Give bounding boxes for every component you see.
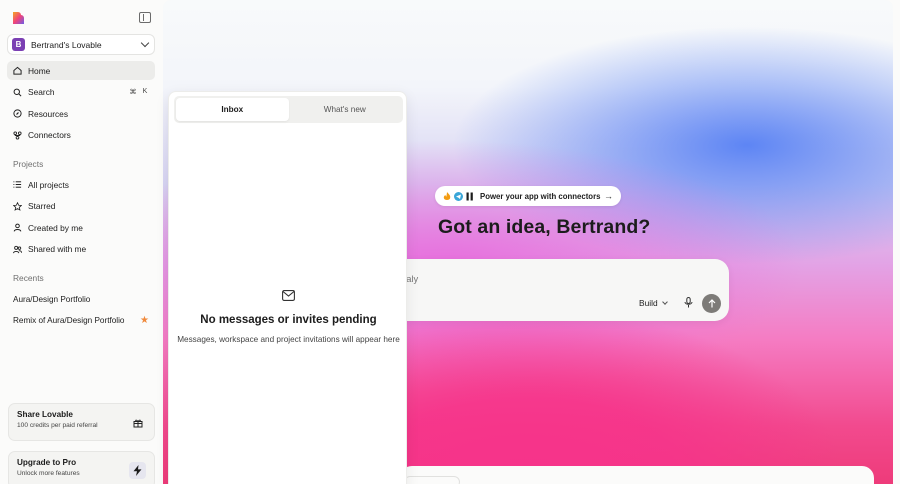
starred-star-icon[interactable]: ★ [140, 315, 149, 326]
right-gutter [893, 0, 900, 484]
workspace-name: Bertrand's Lovable [31, 39, 102, 50]
nav-resources-label: Resources [28, 108, 69, 119]
nav-home[interactable]: Home [7, 61, 155, 80]
inbox-popover: Inbox What's new No messages or invites … [168, 91, 407, 484]
build-mode-label: Build [639, 298, 658, 308]
chevron-down-icon [140, 38, 150, 48]
projects-heading: Projects [13, 159, 44, 169]
star-outline-icon [13, 201, 22, 211]
nav-resources[interactable]: Resources [7, 104, 155, 123]
workspace-avatar: B [12, 38, 25, 51]
lightning-icon[interactable] [129, 462, 146, 479]
build-mode-dropdown[interactable]: Build [639, 298, 668, 308]
nav-all-projects[interactable]: All projects [7, 175, 155, 194]
gift-icon[interactable] [129, 414, 146, 431]
microphone-icon[interactable] [684, 297, 693, 308]
shortcut-cmd: ⌘ [129, 89, 137, 96]
tab-whats-new[interactable]: What's new [289, 98, 402, 121]
telegram-icon [454, 191, 463, 201]
sidebar-collapse-icon[interactable] [139, 12, 151, 23]
flame-icon [443, 191, 451, 200]
lovable-logo-icon[interactable] [11, 11, 25, 25]
bottom-chip[interactable] [404, 476, 460, 484]
home-icon [13, 66, 22, 75]
arrow-up-icon [708, 299, 715, 308]
connector-icons [443, 191, 474, 201]
connectors-pill-text: Power your app with connectors [480, 191, 601, 201]
share-promo-title: Share Lovable [17, 410, 73, 419]
share-promo-card[interactable]: Share Lovable 100 credits per paid refer… [8, 403, 155, 441]
nav-starred-label: Starred [28, 201, 56, 211]
nav-home-label: Home [28, 65, 51, 76]
nav-starred[interactable]: Starred [7, 197, 155, 216]
arrow-right-icon: → [604, 191, 613, 201]
share-promo-subtitle: 100 credits per paid referral [17, 422, 98, 429]
nav-search[interactable]: Search ⌘ K [7, 83, 155, 102]
sidebar: B Bertrand's Lovable Home Search ⌘ K Res… [0, 0, 163, 484]
bars-icon [466, 192, 473, 200]
nav-created-by-me[interactable]: Created by me [7, 218, 155, 237]
nav-connectors[interactable]: Connectors [7, 126, 155, 145]
upgrade-promo-subtitle: Unlock more features [17, 470, 80, 477]
mail-icon [282, 290, 295, 301]
workspace-switcher[interactable]: B Bertrand's Lovable [7, 34, 155, 55]
recent-item-label: Remix of Aura/Design Portfolio [13, 316, 125, 325]
list-icon [13, 181, 22, 188]
nav-search-label: Search [28, 87, 55, 97]
shortcut-k: K [142, 88, 148, 95]
empty-state-title: No messages or invites pending [200, 314, 377, 326]
users-icon [13, 245, 22, 253]
recent-item-label: Aura/Design Portfolio [13, 295, 91, 304]
empty-state-subtitle: Messages, workspace and project invitati… [177, 335, 400, 344]
send-button[interactable] [702, 294, 721, 313]
inbox-tabs: Inbox What's new [174, 96, 403, 123]
recents-list: Aura/Design Portfolio Remix of Aura/Desi… [7, 290, 155, 332]
recents-heading: Recents [13, 273, 44, 283]
connectors-icon [13, 130, 22, 140]
upgrade-promo-title: Upgrade to Pro [17, 458, 77, 467]
recent-item[interactable]: Remix of Aura/Design Portfolio ★ [7, 311, 155, 330]
nav-all-projects-label: All projects [28, 179, 69, 190]
search-icon [13, 88, 22, 96]
nav-shared-with-me[interactable]: Shared with me [7, 240, 155, 259]
main-nav: Home Search ⌘ K Resources Connectors [7, 61, 155, 147]
search-shortcut: ⌘ K [129, 88, 149, 96]
hero-title: Got an idea, Bertrand? [438, 216, 651, 238]
bottom-panel [400, 466, 874, 484]
connectors-pill[interactable]: Power your app with connectors → [435, 186, 621, 206]
recent-item[interactable]: Aura/Design Portfolio [7, 290, 155, 309]
tab-inbox[interactable]: Inbox [176, 98, 289, 121]
compass-icon [13, 109, 22, 118]
nav-connectors-label: Connectors [28, 130, 71, 140]
nav-shared-with-me-label: Shared with me [28, 244, 87, 254]
nav-created-by-me-label: Created by me [28, 222, 83, 233]
upgrade-promo-card[interactable]: Upgrade to Pro Unlock more features [8, 451, 155, 484]
user-icon [13, 223, 22, 232]
projects-nav: All projects Starred Created by me Share… [7, 175, 155, 261]
chevron-down-icon [661, 299, 668, 305]
